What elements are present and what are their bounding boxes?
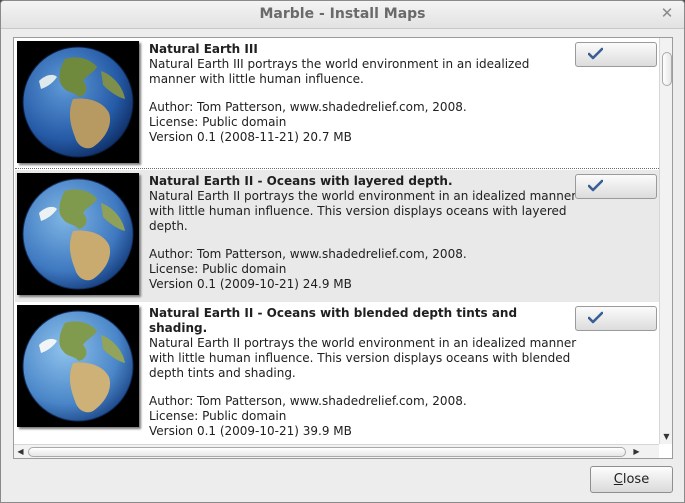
map-meta: Author: Tom Patterson, www.shadedrelief.… bbox=[149, 100, 467, 145]
map-name: Natural Earth II - Oceans with blended d… bbox=[149, 306, 518, 335]
map-license: License: Public domain bbox=[149, 115, 287, 129]
maps-list[interactable]: Natural Earth III Natural Earth III port… bbox=[13, 37, 673, 459]
scroll-right-arrow-icon[interactable]: ▶ bbox=[630, 446, 643, 458]
horizontal-scrollbar[interactable]: ◀ ▶ bbox=[14, 444, 659, 458]
map-item[interactable]: Natural Earth II - Oceans with layered d… bbox=[15, 170, 659, 302]
map-author: Author: Tom Patterson, www.shadedrelief.… bbox=[149, 100, 467, 114]
horizontal-scroll-thumb[interactable] bbox=[28, 447, 626, 457]
installed-toggle-button[interactable] bbox=[575, 42, 657, 67]
close-button-mnemonic: C bbox=[613, 472, 623, 487]
map-version: Version 0.1 (2009-10-21) 24.9 MB bbox=[149, 277, 352, 291]
vertical-scrollbar[interactable]: ▼ bbox=[659, 38, 672, 444]
globe-thumbnail bbox=[17, 305, 139, 427]
map-version: Version 0.1 (2008-11-21) 20.7 MB bbox=[149, 130, 352, 144]
map-item[interactable]: Natural Earth III Natural Earth III port… bbox=[15, 38, 659, 169]
checkmark-icon bbox=[588, 47, 603, 60]
map-description: Natural Earth II portrays the world envi… bbox=[149, 189, 577, 233]
map-author: Author: Tom Patterson, www.shadedrelief.… bbox=[149, 247, 467, 261]
globe-thumbnail bbox=[17, 173, 139, 295]
map-version: Version 0.1 (2009-10-21) 39.9 MB bbox=[149, 424, 352, 438]
window-title: Marble - Install Maps bbox=[259, 6, 426, 22]
checkmark-icon bbox=[588, 311, 603, 324]
map-meta: Author: Tom Patterson, www.shadedrelief.… bbox=[149, 247, 467, 292]
map-license: License: Public domain bbox=[149, 262, 287, 276]
installed-toggle-button[interactable] bbox=[575, 174, 657, 199]
map-description: Natural Earth II portrays the world envi… bbox=[149, 336, 577, 380]
globe-icon bbox=[22, 310, 134, 422]
title-bar[interactable]: Marble - Install Maps ✕ bbox=[1, 1, 684, 29]
map-item[interactable]: Natural Earth II - Oceans with blended d… bbox=[15, 302, 659, 444]
map-name: Natural Earth III bbox=[149, 42, 258, 56]
close-x-icon[interactable]: ✕ bbox=[660, 5, 674, 21]
map-description: Natural Earth III portrays the world env… bbox=[149, 57, 530, 86]
close-button[interactable]: Close bbox=[590, 466, 673, 493]
vertical-scroll-thumb[interactable] bbox=[662, 52, 672, 86]
globe-icon bbox=[22, 178, 134, 290]
close-button-label: lose bbox=[622, 472, 650, 487]
map-license: License: Public domain bbox=[149, 409, 287, 423]
map-meta: Author: Tom Patterson, www.shadedrelief.… bbox=[149, 394, 467, 439]
map-name: Natural Earth II - Oceans with layered d… bbox=[149, 174, 453, 188]
map-author: Author: Tom Patterson, www.shadedrelief.… bbox=[149, 394, 467, 408]
installed-toggle-button[interactable] bbox=[575, 306, 657, 331]
scroll-down-arrow-icon[interactable]: ▼ bbox=[660, 431, 672, 443]
install-maps-dialog: Marble - Install Maps ✕ Natural Earth II… bbox=[0, 0, 685, 503]
scroll-left-arrow-icon[interactable]: ◀ bbox=[14, 446, 27, 458]
globe-icon bbox=[22, 46, 134, 158]
globe-thumbnail bbox=[17, 41, 139, 163]
checkmark-icon bbox=[588, 179, 603, 192]
